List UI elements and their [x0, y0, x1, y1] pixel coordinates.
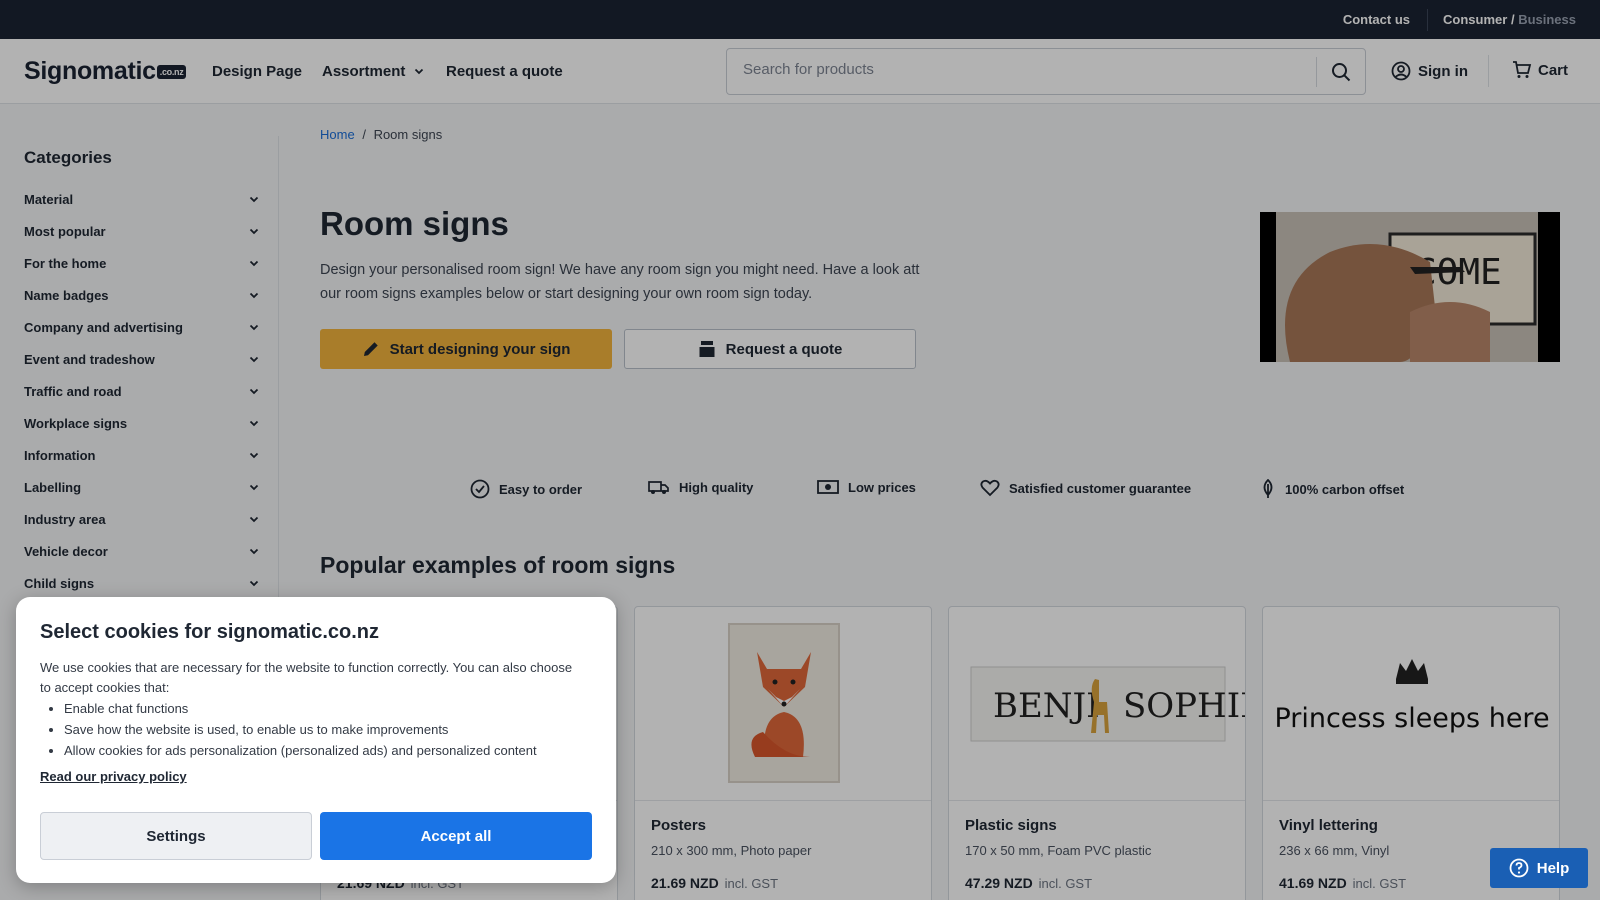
cookie-purpose-item: Allow cookies for ads personalization (p…: [64, 740, 537, 761]
cookie-purpose-list: Enable chat functions Save how the websi…: [64, 698, 537, 761]
accept-all-button[interactable]: Accept all: [320, 812, 592, 860]
cookie-purpose-item: Enable chat functions: [64, 698, 537, 719]
cookie-purpose-item: Save how the website is used, to enable …: [64, 719, 537, 740]
cookie-consent-dialog: Select cookies for signomatic.co.nz We u…: [16, 597, 616, 883]
cookie-intro: We use cookies that are necessary for th…: [40, 660, 573, 695]
privacy-policy-link[interactable]: Read our privacy policy: [40, 769, 187, 784]
help-label: Help: [1536, 859, 1570, 877]
cookie-settings-button[interactable]: Settings: [40, 812, 312, 860]
cookie-title: Select cookies for signomatic.co.nz: [40, 621, 379, 643]
help-button[interactable]: Help: [1490, 848, 1588, 888]
question-circle-icon: [1509, 858, 1529, 878]
